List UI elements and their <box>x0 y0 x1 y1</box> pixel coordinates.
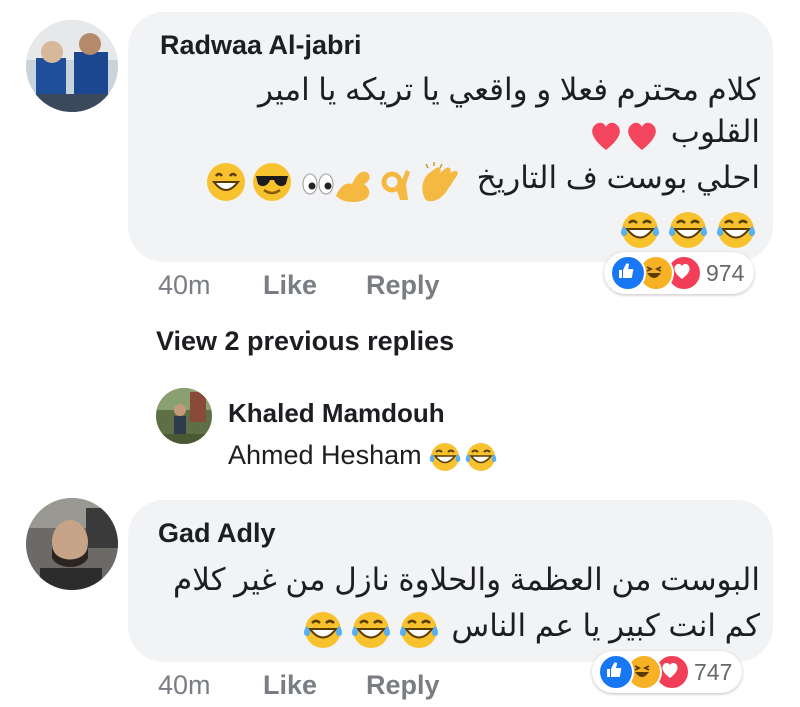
tears-of-joy-icons <box>429 440 501 473</box>
comment-text-line: البوست من العظمة والحلاوة نازل من غير كل… <box>173 562 760 597</box>
reaction-summary[interactable]: 974 <box>604 252 755 294</box>
like-link[interactable]: Like <box>263 670 317 701</box>
comment-text-segment: كم انت كبير يا عم الناس <box>451 608 760 643</box>
like-reaction-icon <box>610 255 646 291</box>
tears-of-joy-icons <box>303 606 443 650</box>
reply-label: Reply <box>366 270 440 300</box>
reply-text: Ahmed Hesham <box>228 440 501 473</box>
view-previous-replies-link[interactable]: View 2 previous replies <box>156 326 454 357</box>
red-heart-icons <box>588 112 662 156</box>
like-label: Like <box>263 270 318 300</box>
like-label: Like <box>263 670 318 700</box>
reply-link[interactable]: Reply <box>366 270 440 301</box>
comment-text-line: كلام محترم فعلا و واقعي يا تريكه يا امير <box>258 72 760 107</box>
comment-text-line: احلي بوست ف التاريخ <box>198 156 760 202</box>
reaction-summary[interactable]: 747 <box>592 651 743 693</box>
reply-author[interactable]: Khaled Mamdouh <box>228 398 445 429</box>
comment-text-line: القلوب <box>588 110 760 156</box>
comment-text-line: كم انت كبير يا عم الناس <box>303 604 760 650</box>
avatar-radwaa[interactable] <box>26 20 118 112</box>
comment-text-line <box>620 204 760 250</box>
comment-author[interactable]: Radwaa Al-jabri <box>160 30 362 61</box>
like-link[interactable]: Like <box>263 270 317 301</box>
like-reaction-icon <box>598 654 634 690</box>
reaction-count: 747 <box>694 658 733 685</box>
comment-text-segment: القلوب <box>670 114 760 149</box>
reply-label: Reply <box>366 670 440 700</box>
emoji-sequence-icons <box>198 158 468 202</box>
comment-text-segment: احلي بوست ف التاريخ <box>476 160 760 195</box>
comment-time: 40m <box>158 670 211 700</box>
comment-author[interactable]: Gad Adly <box>158 518 276 549</box>
avatar-khaled[interactable] <box>156 388 212 444</box>
reply-link[interactable]: Reply <box>366 670 440 701</box>
tears-of-joy-icons <box>620 206 760 250</box>
reply-text-segment: Ahmed Hesham <box>228 440 422 470</box>
reaction-count: 974 <box>706 259 745 286</box>
avatar-gad[interactable] <box>26 498 118 590</box>
comment-time: 40m <box>158 270 211 300</box>
